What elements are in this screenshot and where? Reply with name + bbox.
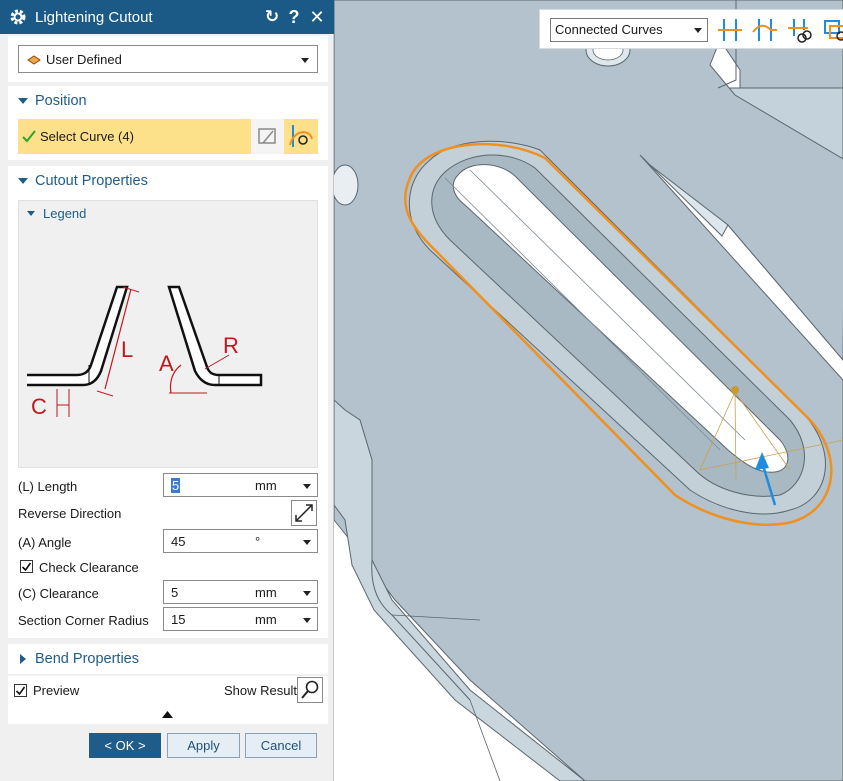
check-clearance-label: Check Clearance: [39, 560, 139, 575]
chevron-down-icon[interactable]: [303, 484, 311, 489]
select-curve-label: Select Curve (4): [40, 129, 134, 144]
clearance-field[interactable]: 5 mm: [163, 580, 318, 604]
collapse-triangle-icon: [18, 178, 28, 184]
length-label: (L) Length: [18, 479, 78, 494]
chevron-down-icon[interactable]: [303, 618, 311, 623]
chevron-down-icon[interactable]: [303, 591, 311, 596]
section-corner-radius-label: Section Corner Radius: [18, 613, 149, 628]
checkmark-icon: [15, 686, 26, 696]
gear-icon: [10, 9, 26, 25]
clearance-unit: mm: [255, 585, 277, 600]
dialog-titlebar[interactable]: Lightening Cutout ↻ ? ✕: [0, 0, 334, 34]
curve-rule-value: Connected Curves: [555, 22, 663, 37]
legend-header[interactable]: Legend: [27, 206, 86, 221]
section-corner-radius-unit: mm: [255, 612, 277, 627]
legend-length-label: L: [121, 337, 133, 362]
graphics-viewport[interactable]: [334, 0, 843, 781]
select-curve-row[interactable]: Select Curve (4): [18, 119, 251, 154]
expand-triangle-icon: [20, 654, 26, 664]
legend-angle-label: A: [159, 351, 174, 376]
follow-fillet-icon[interactable]: [751, 16, 779, 44]
angle-unit: °: [255, 534, 261, 549]
cutout-properties-header-label: Cutout Properties: [35, 173, 148, 189]
ok-button[interactable]: < OK >: [89, 733, 161, 758]
legend-header-label: Legend: [43, 206, 87, 221]
checkmark-icon: [22, 130, 36, 143]
lightening-cutout-dialog: Lightening Cutout ↻ ? ✕ User Defined Pos…: [0, 0, 334, 781]
bend-properties-section-header[interactable]: Bend Properties: [8, 644, 328, 674]
reset-icon[interactable]: ↻: [262, 6, 282, 28]
path-options-icon[interactable]: [821, 16, 843, 44]
check-clearance-checkbox[interactable]: [20, 560, 33, 573]
apply-button[interactable]: Apply: [167, 733, 240, 758]
show-result-label: Show Result: [224, 683, 297, 698]
selection-toolbar: Connected Curves: [539, 9, 843, 49]
curve-selection-icon[interactable]: [284, 119, 318, 154]
checkmark-icon: [21, 562, 32, 572]
length-unit: mm: [255, 478, 277, 493]
bend-properties-header-label: Bend Properties: [35, 651, 139, 667]
legend-diagram: L C A R: [27, 285, 263, 419]
legend-clearance-label: C: [31, 394, 47, 419]
section-corner-radius-field[interactable]: 15 mm: [163, 607, 318, 631]
reverse-direction-label: Reverse Direction: [18, 506, 122, 521]
chevron-down-icon[interactable]: [303, 540, 311, 545]
clearance-label: (C) Clearance: [18, 586, 99, 601]
reverse-direction-icon[interactable]: [291, 500, 317, 526]
curve-rule-dropdown[interactable]: Connected Curves: [550, 18, 708, 42]
cancel-button[interactable]: Cancel: [245, 733, 317, 758]
help-icon[interactable]: ?: [284, 6, 304, 28]
cutout-properties-section-header[interactable]: Cutout Properties: [8, 166, 328, 196]
position-header-label: Position: [35, 93, 87, 109]
length-field[interactable]: 5 mm: [163, 473, 318, 497]
length-value[interactable]: 5: [171, 478, 181, 493]
collapse-arrow-icon[interactable]: [162, 711, 173, 718]
section-corner-radius-value[interactable]: 15: [171, 612, 185, 627]
dialog-title: Lightening Cutout: [35, 9, 153, 26]
chevron-down-icon: [694, 28, 702, 33]
angle-label: (A) Angle: [18, 535, 72, 550]
sketch-section-icon[interactable]: [251, 119, 285, 154]
cutout-type-value: User Defined: [46, 52, 122, 67]
close-icon[interactable]: ✕: [307, 6, 327, 28]
chain-within-feature-icon[interactable]: [786, 16, 814, 44]
preview-label: Preview: [33, 683, 80, 698]
legend-radius-label: R: [223, 333, 239, 358]
legend-group: Legend L C A R: [18, 200, 318, 468]
cutout-type-dropdown[interactable]: User Defined: [18, 45, 318, 73]
angle-field[interactable]: 45 °: [163, 529, 318, 553]
clearance-value[interactable]: 5: [171, 585, 178, 600]
sheet-metal-part-model: [334, 0, 843, 781]
position-section-header[interactable]: Position: [8, 86, 328, 116]
angle-value[interactable]: 45: [171, 534, 185, 549]
flange-icon: [27, 55, 41, 65]
preview-checkbox[interactable]: [14, 684, 27, 697]
collapse-triangle-icon: [18, 98, 28, 104]
collapse-triangle-icon: [27, 211, 35, 216]
magnifier-icon[interactable]: [297, 677, 323, 703]
chevron-down-icon: [301, 58, 309, 63]
stop-at-intersection-icon[interactable]: [716, 16, 744, 44]
